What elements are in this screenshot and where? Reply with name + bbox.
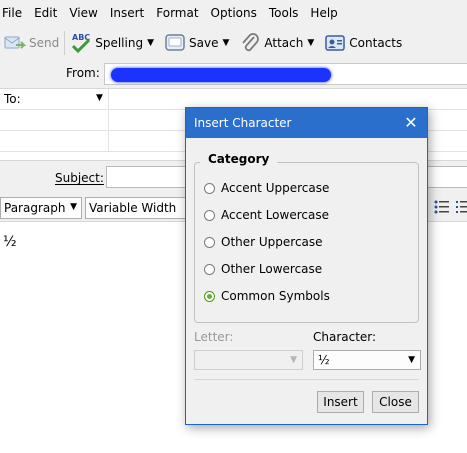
recipient-type-empty bbox=[0, 110, 109, 130]
category-option-selected[interactable]: Common Symbols bbox=[204, 288, 330, 304]
menu-edit[interactable]: Edit bbox=[28, 0, 63, 26]
contacts-button[interactable]: Contacts bbox=[320, 29, 406, 57]
menu-tools[interactable]: Tools bbox=[263, 0, 305, 26]
close-icon[interactable]: ✕ bbox=[395, 108, 427, 138]
dialog-divider bbox=[194, 379, 419, 380]
chevron-down-icon: ▼ bbox=[96, 93, 103, 103]
font-value: Variable Width bbox=[89, 201, 177, 215]
recipient-type-select[interactable]: To: ▼ bbox=[0, 89, 109, 109]
chevron-down-icon[interactable]: ▼ bbox=[147, 38, 154, 48]
insert-character-dialog: Insert Character ✕ Category Accent Upper… bbox=[185, 107, 428, 425]
insert-button[interactable]: Insert bbox=[317, 391, 364, 413]
message-body-text: ½ bbox=[3, 234, 17, 250]
category-option[interactable]: Accent Lowercase bbox=[204, 207, 329, 223]
redacted-sender bbox=[111, 68, 331, 82]
chevron-down-icon: ▼ bbox=[408, 355, 415, 365]
category-option-label: Common Symbols bbox=[221, 289, 330, 303]
chevron-down-icon[interactable]: ▼ bbox=[222, 38, 229, 48]
attach-button[interactable]: Attach ▼ bbox=[235, 29, 320, 57]
paperclip-icon bbox=[239, 32, 261, 54]
address-book-icon bbox=[324, 32, 346, 54]
contacts-label: Contacts bbox=[349, 36, 403, 50]
save-icon bbox=[164, 32, 186, 54]
dialog-title: Insert Character bbox=[194, 116, 292, 130]
compose-window: File Edit View Insert Format Options Too… bbox=[0, 0, 467, 453]
menu-options[interactable]: Options bbox=[205, 0, 263, 26]
paragraph-format-select[interactable]: Paragraph ▼ bbox=[0, 197, 82, 219]
recipient-type-empty bbox=[0, 131, 109, 151]
bullet-list-icon[interactable] bbox=[433, 198, 451, 216]
category-option-label: Accent Uppercase bbox=[221, 181, 330, 195]
toolbar-separator bbox=[64, 31, 66, 55]
from-label: From: bbox=[66, 66, 100, 80]
menu-help[interactable]: Help bbox=[304, 0, 343, 26]
menu-format[interactable]: Format bbox=[150, 0, 204, 26]
category-option-label: Other Lowercase bbox=[221, 262, 323, 276]
close-button[interactable]: Close bbox=[372, 391, 419, 413]
radio-button[interactable] bbox=[204, 236, 215, 248]
radio-button-checked[interactable] bbox=[204, 290, 215, 302]
font-select[interactable]: Variable Width bbox=[85, 197, 195, 219]
attach-label: Attach bbox=[264, 36, 304, 50]
radio-button[interactable] bbox=[204, 182, 215, 194]
dialog-titlebar[interactable]: Insert Character ✕ bbox=[186, 108, 427, 138]
from-select[interactable] bbox=[104, 63, 467, 85]
category-option-label: Other Uppercase bbox=[221, 235, 323, 249]
menu-bar: File Edit View Insert Format Options Too… bbox=[0, 0, 467, 26]
save-label: Save bbox=[189, 36, 219, 50]
character-label: Character: bbox=[313, 330, 377, 344]
letter-label: Letter: bbox=[194, 330, 234, 344]
spelling-button[interactable]: ABC Spelling ▼ bbox=[66, 29, 160, 57]
category-label: Category bbox=[200, 152, 278, 166]
numbered-list-icon[interactable] bbox=[456, 198, 467, 216]
radio-button[interactable] bbox=[204, 209, 215, 221]
save-button[interactable]: Save ▼ bbox=[160, 29, 235, 57]
radio-button[interactable] bbox=[204, 263, 215, 275]
compose-toolbar: Send ABC Spelling ▼ Save ▼ Attach ▼ Cont… bbox=[0, 26, 467, 60]
menu-insert[interactable]: Insert bbox=[104, 0, 150, 26]
from-row: From: bbox=[0, 60, 467, 89]
category-option[interactable]: Accent Uppercase bbox=[204, 180, 329, 196]
category-option[interactable]: Other Uppercase bbox=[204, 234, 323, 250]
category-option[interactable]: Other Lowercase bbox=[204, 261, 322, 277]
menu-view[interactable]: View bbox=[63, 0, 103, 26]
menu-file[interactable]: File bbox=[0, 0, 28, 26]
subject-label: Subject: bbox=[55, 171, 104, 185]
chevron-down-icon: ▼ bbox=[70, 202, 77, 212]
letter-select[interactable]: ▼ bbox=[194, 350, 303, 370]
recipient-type-label: To: bbox=[4, 92, 21, 106]
paragraph-format-value: Paragraph bbox=[4, 201, 66, 215]
send-button[interactable]: Send bbox=[0, 29, 63, 57]
character-value: ½ bbox=[318, 353, 330, 367]
category-option-label: Accent Lowercase bbox=[221, 208, 329, 222]
chevron-down-icon[interactable]: ▼ bbox=[307, 38, 314, 48]
send-icon bbox=[4, 32, 27, 54]
character-select[interactable]: ½ ▼ bbox=[313, 350, 421, 370]
chevron-down-icon: ▼ bbox=[290, 355, 297, 365]
spellcheck-icon: ABC bbox=[70, 32, 92, 54]
send-label: Send bbox=[29, 36, 60, 50]
spelling-label: Spelling bbox=[95, 36, 144, 50]
